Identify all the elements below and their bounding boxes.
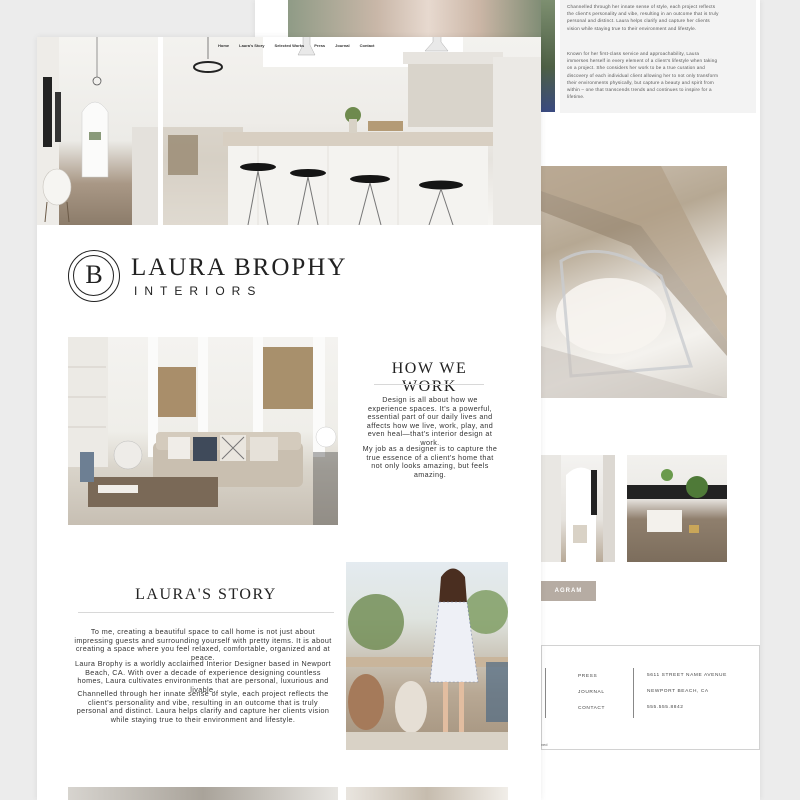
back-text-1: Channelled through her innate sense of s… bbox=[567, 4, 719, 31]
chair-photo bbox=[541, 166, 727, 398]
nav-item-journal[interactable]: Journal bbox=[335, 43, 349, 48]
footer-divider-left bbox=[545, 668, 546, 718]
instagram-button[interactable]: AGRAM bbox=[541, 581, 596, 601]
laura-portrait-photo bbox=[346, 562, 508, 750]
story-rule bbox=[78, 612, 334, 613]
back-text-2: Known for her first-class service and ap… bbox=[567, 51, 719, 100]
footer-box bbox=[541, 645, 760, 750]
living-room-photo bbox=[68, 337, 338, 525]
how-we-work-heading: HOW WE WORK bbox=[391, 360, 468, 395]
footer-phone: 555.555.8842 bbox=[647, 705, 684, 710]
brand-name: LAURA BROPHY bbox=[131, 254, 348, 281]
story-para-1: To me, creating a beautiful space to cal… bbox=[74, 627, 332, 662]
footer-address-line-2: NEWPORT BEACH, CA bbox=[647, 689, 709, 694]
how-we-work-rule bbox=[374, 384, 484, 385]
nav-item-press[interactable]: Press bbox=[314, 43, 325, 48]
how-we-work-para-1: Design is all about how we experience sp… bbox=[366, 395, 494, 447]
brand-logo[interactable]: B LAURA BROPHY INTERIORS bbox=[68, 250, 368, 304]
hero-kitchen-photo bbox=[163, 37, 541, 225]
table-small-photo bbox=[627, 455, 727, 562]
instagram-button-label: AGRAM bbox=[554, 588, 583, 594]
how-we-work-para-2: My job as a designer is to capture the t… bbox=[362, 444, 498, 479]
footer-divider-right bbox=[633, 668, 634, 718]
nav-item-lauras-story[interactable]: Laura's Story bbox=[239, 43, 264, 48]
back-side-photo bbox=[541, 0, 555, 112]
bottom-photo-left bbox=[68, 787, 338, 800]
main-nav: Home Laura's Story Selected Works Press … bbox=[218, 43, 375, 48]
nav-item-home[interactable]: Home bbox=[218, 43, 229, 48]
story-para-3: Channelled through her innate sense of s… bbox=[76, 689, 330, 724]
footer-link-journal[interactable]: JOURNAL bbox=[578, 690, 605, 695]
monogram-badge: B bbox=[68, 250, 120, 302]
hallway-small-photo bbox=[541, 455, 615, 562]
bottom-photo-right bbox=[346, 787, 508, 800]
hero-hallway-photo bbox=[37, 37, 158, 225]
back-top-photo bbox=[288, 0, 543, 40]
footer-address-line-1: 5611 STREET NAME AVENUE bbox=[647, 673, 727, 678]
nav-item-selected-works[interactable]: Selected Works bbox=[275, 43, 305, 48]
nav-item-contact[interactable]: Contact bbox=[360, 43, 375, 48]
story-heading: LAURA'S STORY bbox=[135, 586, 277, 603]
footer-fragment: ved bbox=[541, 742, 548, 747]
monogram-letter: B bbox=[85, 260, 103, 289]
footer-link-contact[interactable]: CONTACT bbox=[578, 706, 605, 711]
footer-link-press[interactable]: PRESS bbox=[578, 674, 597, 679]
brand-tagline: INTERIORS bbox=[134, 284, 263, 298]
